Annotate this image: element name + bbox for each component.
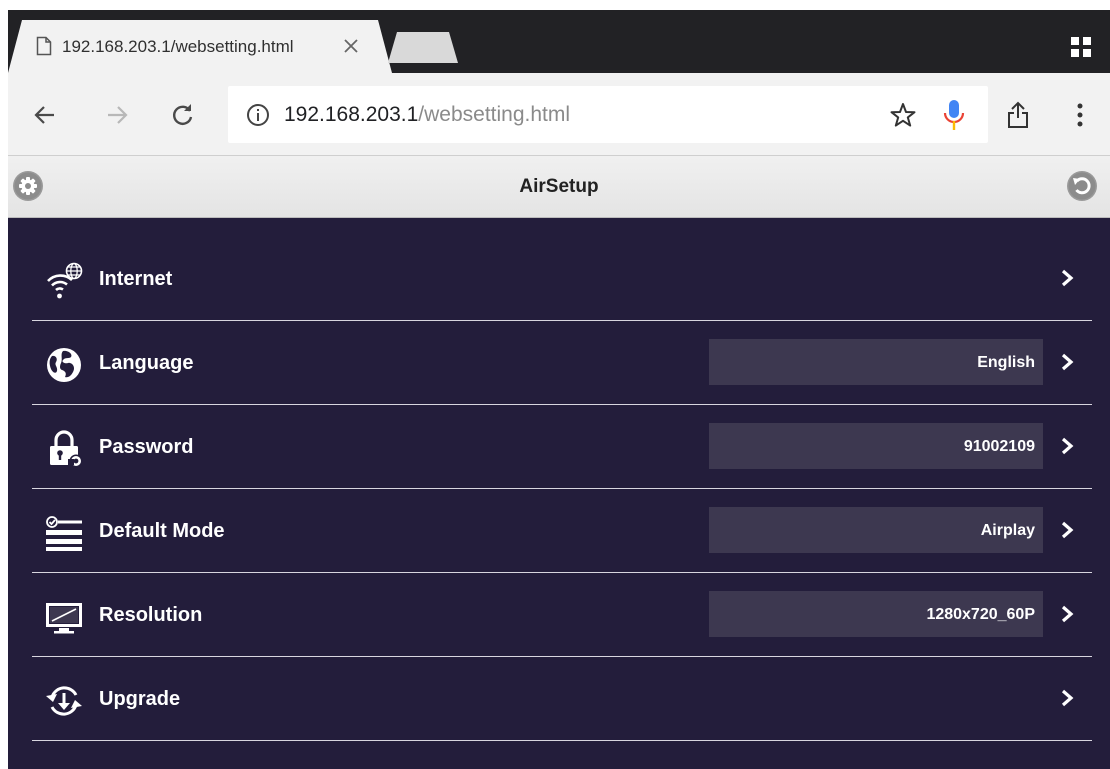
forward-arrow-icon[interactable] — [104, 102, 130, 128]
settings-row-upgrade[interactable]: Upgrade — [32, 657, 1092, 741]
url-host: 192.168.203.1 — [284, 103, 419, 126]
settings-row-value: Airplay — [980, 522, 1035, 539]
chevron-right-icon — [1061, 269, 1074, 287]
microphone-icon[interactable] — [942, 99, 966, 131]
settings-row-value: 91002109 — [963, 438, 1035, 455]
upgrade-icon — [46, 686, 82, 716]
value-box[interactable]: English — [709, 339, 1043, 385]
settings-row-resolution[interactable]: Resolution 1280x720_60P — [32, 573, 1092, 657]
app-header: AirSetup — [8, 155, 1110, 218]
lock-icon — [50, 430, 83, 468]
browser-tab-active[interactable]: 192.168.203.1/websetting.html — [8, 20, 392, 73]
settings-row-default-mode[interactable]: Default Mode Airplay — [32, 489, 1092, 573]
chevron-right-icon — [1061, 605, 1074, 623]
bookmark-star-icon[interactable] — [890, 102, 916, 128]
row-divider — [32, 740, 1092, 741]
settings-row-value: 1280x720_60P — [926, 606, 1035, 623]
value-box[interactable]: 1280x720_60P — [709, 591, 1043, 637]
settings-list: Internet Language English Password 91002… — [8, 218, 1110, 769]
settings-row-value: English — [977, 354, 1035, 371]
status-strip — [0, 0, 1110, 10]
globe-icon — [47, 348, 81, 382]
share-icon[interactable] — [1006, 101, 1030, 129]
settings-row-label: Resolution — [99, 604, 203, 626]
mode-list-icon — [46, 516, 82, 551]
url-path: /websetting.html — [418, 103, 571, 126]
return-icon[interactable] — [1066, 170, 1098, 202]
address-bar[interactable]: 192.168.203.1/websetting.html — [228, 86, 988, 143]
chevron-right-icon — [1061, 689, 1074, 707]
back-arrow-icon[interactable] — [32, 102, 58, 128]
settings-row-label: Language — [99, 352, 194, 374]
monitor-icon — [46, 603, 82, 634]
more-menu-icon[interactable] — [1070, 101, 1090, 129]
tab-switcher-icon[interactable] — [1070, 36, 1092, 58]
settings-row-label: Internet — [99, 268, 173, 290]
settings-row-label: Password — [99, 436, 194, 458]
wifi-globe-icon — [47, 262, 83, 299]
close-tab-icon[interactable] — [340, 35, 362, 57]
app-title: AirSetup — [519, 176, 599, 197]
settings-row-language[interactable]: Language English — [32, 321, 1092, 405]
browser-toolbar: 192.168.203.1/websetting.html — [8, 73, 1110, 155]
new-tab-button[interactable] — [388, 32, 458, 63]
value-box[interactable]: Airplay — [709, 507, 1043, 553]
browser-tab-bar: 192.168.203.1/websetting.html — [8, 10, 1110, 73]
tab-title: 192.168.203.1/websetting.html — [62, 37, 294, 56]
settings-row-password[interactable]: Password 91002109 — [32, 405, 1092, 489]
chevron-right-icon — [1061, 353, 1074, 371]
value-box[interactable]: 91002109 — [709, 423, 1043, 469]
reload-icon[interactable] — [170, 102, 196, 128]
chevron-right-icon — [1061, 437, 1074, 455]
page-icon — [36, 36, 52, 56]
settings-row-label: Default Mode — [99, 520, 225, 542]
info-icon[interactable] — [246, 103, 270, 127]
url-text: 192.168.203.1/websetting.html — [284, 101, 570, 128]
settings-row-internet[interactable]: Internet — [32, 237, 1092, 321]
settings-row-label: Upgrade — [99, 688, 181, 710]
chevron-right-icon — [1061, 521, 1074, 539]
